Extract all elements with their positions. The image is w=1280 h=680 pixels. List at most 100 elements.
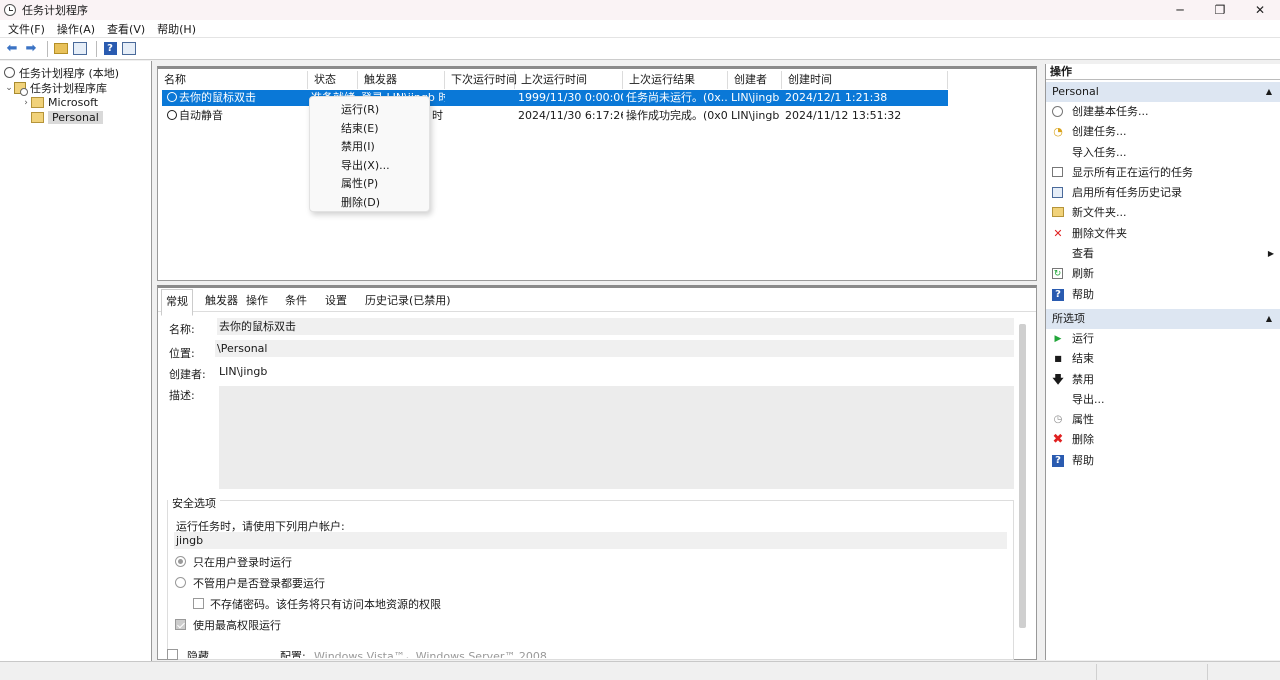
column-trigger[interactable]: 触发器 [358,71,445,89]
row-next-run [445,108,515,124]
radio-run-logged-on[interactable] [175,556,186,567]
action-label: 创建任务... [1072,125,1127,139]
row-name-text: 去你的鼠标双击 [179,91,256,104]
tab-settings[interactable]: 设置 [325,292,347,308]
checkbox-highest-privileges[interactable] [175,619,186,630]
radio-run-any[interactable] [175,577,186,588]
author-label: 创建者: [169,368,206,381]
checkbox-no-store-password[interactable] [193,598,204,609]
history-icon [1052,187,1063,199]
status-divider [1096,664,1097,680]
row-last-run: 2024/11/30 6:17:26 [518,109,623,122]
tab-conditions[interactable]: 条件 [285,292,307,308]
action-refresh[interactable]: ↻ 刷新 [1046,264,1280,284]
tab-actions[interactable]: 操作 [246,292,268,308]
tree-item-microsoft[interactable]: › Microsoft [21,95,98,110]
collapse-icon[interactable]: ▲ [1266,82,1272,102]
column-status[interactable]: 状态 [308,71,358,89]
name-label: 名称: [169,323,195,336]
action-label: 运行 [1072,331,1094,345]
row-created: 2024/12/1 1:21:38 [785,91,888,104]
help-icon: ? [1052,454,1064,467]
action-disable[interactable]: 🡇 禁用 [1046,370,1280,390]
clock-icon [4,67,15,78]
table-row[interactable]: 去你的鼠标双击 准备就绪 登录 LIN\jingb 时 1999/11/30 0… [162,90,948,106]
action-view[interactable]: 查看 ▶ [1046,244,1280,264]
task-list-header: 名称 状态 触发器 下次运行时间 上次运行时间 上次运行结果 创建者 创建时间 [158,71,948,89]
tab-triggers[interactable]: 触发器 [205,292,238,308]
menu-file[interactable]: 文件(F) [0,21,51,37]
action-delete[interactable]: ✖ 删除 [1046,430,1280,450]
checkbox-hidden[interactable] [167,649,178,660]
menu-action[interactable]: 操作(A) [51,21,101,37]
back-icon[interactable]: ⬅ [4,41,20,57]
config-select[interactable]: Windows Vista™，Windows Server™ 2008 [314,648,1014,658]
restore-button[interactable]: ❐ [1200,0,1240,20]
action-enable-history[interactable]: 启用所有任务历史记录 [1046,183,1280,203]
action-help-selected[interactable]: ? 帮助 [1046,451,1280,471]
action-import-task[interactable]: 导入任务... [1046,143,1280,163]
actions-group-personal[interactable]: Personal ▲ [1046,82,1280,102]
context-menu-disable[interactable]: 禁用(I) [310,138,429,157]
action-run[interactable]: ▶ 运行 [1046,329,1280,349]
chevron-down-icon[interactable]: ⌄ [4,83,14,93]
column-name[interactable]: 名称 [158,71,308,89]
no-store-password-label: 不存储密码。该任务将只有访问本地资源的权限 [210,598,441,611]
context-menu-run[interactable]: 运行(R) [310,101,429,120]
tree-item-personal[interactable]: Personal [31,110,103,125]
help-icon[interactable]: ? [102,41,118,57]
toolbar-separator [47,40,48,57]
description-field[interactable] [219,386,1014,489]
column-next-run[interactable]: 下次运行时间 [445,71,517,89]
tree-item-root[interactable]: 任务计划程序 (本地) [4,65,119,80]
menu-bar: 文件(F) 操作(A) 查看(V) 帮助(H) [0,20,1280,38]
column-author[interactable]: 创建者 [728,71,782,89]
action-label: 删除文件夹 [1072,226,1127,240]
column-created[interactable]: 创建时间 [782,71,948,89]
menu-help[interactable]: 帮助(H) [151,21,202,37]
actions-pane: 操作 Personal ▲ 创建基本任务... ◔ 创建任务... 导入任务...… [1045,64,1280,660]
group-title: Personal [1052,85,1099,98]
tab-general[interactable]: 常规 [161,289,193,316]
row-author: LIN\jingb [731,109,780,122]
user-account-field: jingb [174,532,1007,549]
context-menu-properties[interactable]: 属性(P) [310,175,429,194]
minimize-button[interactable]: ─ [1160,0,1200,20]
properties-icon[interactable] [121,41,137,57]
chevron-right-icon[interactable]: › [21,98,31,108]
tree-item-library[interactable]: ⌄ 任务计划程序库 [4,80,107,96]
actions-group-selected[interactable]: 所选项 ▲ [1046,308,1280,329]
detail-scrollbar[interactable] [1019,324,1026,628]
disable-icon: 🡇 [1052,372,1064,386]
row-name: 去你的鼠标双击 [164,90,308,106]
status-divider [1207,664,1208,680]
action-properties[interactable]: ◷ 属性 [1046,410,1280,430]
menu-view[interactable]: 查看(V) [101,21,151,37]
context-menu-export[interactable]: 导出(X)... [310,157,429,176]
forward-icon[interactable]: ➡ [23,41,39,57]
action-show-running[interactable]: 显示所有正在运行的任务 [1046,163,1280,183]
context-menu-end[interactable]: 结束(E) [310,120,429,139]
close-button[interactable]: ✕ [1240,0,1280,20]
security-options-title: 安全选项 [168,495,220,511]
name-field[interactable]: 去你的鼠标双击 [217,318,1014,335]
collapse-icon[interactable]: ▲ [1266,309,1272,329]
action-create-basic-task[interactable]: 创建基本任务... [1046,102,1280,122]
action-new-folder[interactable]: 新文件夹... [1046,203,1280,223]
action-end[interactable]: ■ 结束 [1046,349,1280,369]
stop-icon: ■ [1054,354,1062,364]
row-name-text: 自动静音 [179,109,223,122]
show-hide-tree-icon[interactable] [72,41,88,57]
up-folder-icon[interactable] [53,41,69,57]
window-title: 任务计划程序 [22,4,88,17]
action-delete-folder[interactable]: ✕ 删除文件夹 [1046,224,1280,244]
tab-history[interactable]: 历史记录(已禁用) [365,292,451,308]
action-help[interactable]: ? 帮助 [1046,285,1280,305]
table-row[interactable]: 自动静音 时 2024/11/30 6:17:26 操作成功完成。(0x0) L… [162,108,948,124]
row-name: 自动静音 [164,108,308,124]
context-menu-delete[interactable]: 删除(D) [310,194,429,213]
column-last-run[interactable]: 上次运行时间 [515,71,623,89]
action-export[interactable]: 导出... [1046,390,1280,410]
column-last-result[interactable]: 上次运行结果 [623,71,728,89]
action-create-task[interactable]: ◔ 创建任务... [1046,122,1280,142]
